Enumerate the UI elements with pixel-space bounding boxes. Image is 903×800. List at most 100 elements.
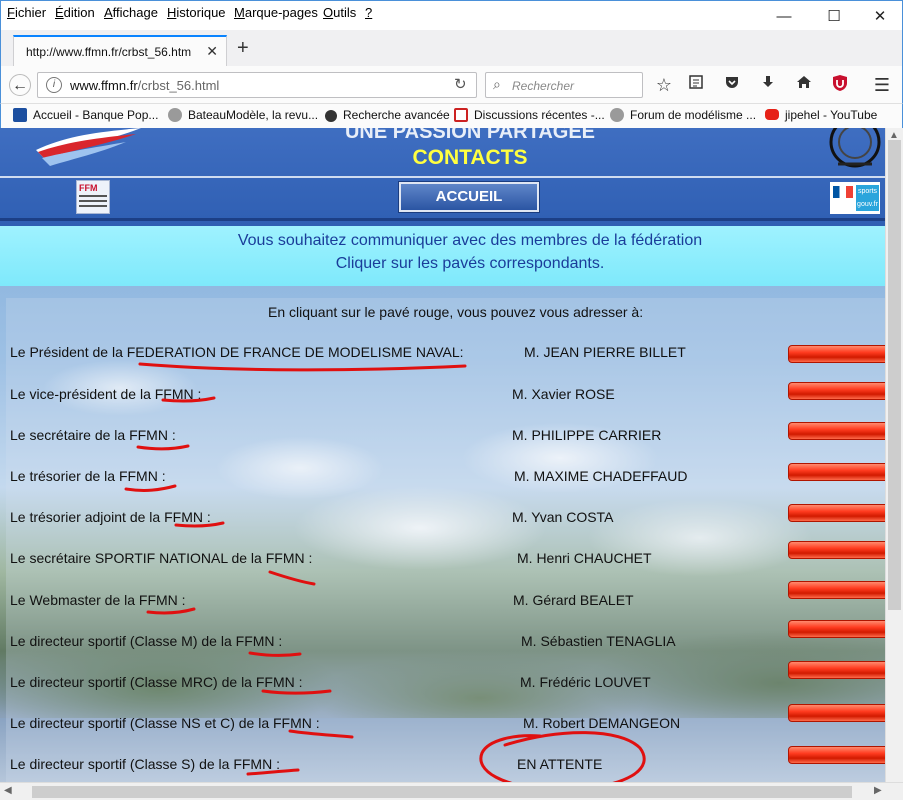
minimize-button[interactable]: — xyxy=(761,7,807,27)
contact-vice-president-button[interactable] xyxy=(788,382,885,400)
contact-name: M. Frédéric LOUVET xyxy=(520,674,651,690)
reload-icon[interactable]: ↻ xyxy=(454,75,467,93)
contact-role: Le directeur sportif (Classe M) de la FF… xyxy=(10,633,283,649)
menu-fichier[interactable]: Fichier xyxy=(7,5,46,20)
globe-icon xyxy=(168,108,182,122)
site-header: UNE PASSION PARTAGEE CONTACTS FFM ACCUEI… xyxy=(0,128,885,226)
contacts-instruction: En cliquant sur le pavé rouge, vous pouv… xyxy=(268,304,644,320)
bookmark-banque-pop[interactable]: Accueil - Banque Pop... xyxy=(13,108,158,122)
url-bar[interactable]: i www.ffmn.fr/crbst_56.html ↻ xyxy=(37,72,477,98)
contact-webmaster-button[interactable] xyxy=(788,581,885,599)
menu-affichage[interactable]: Affichage xyxy=(104,5,158,20)
reading-list-icon[interactable] xyxy=(685,74,707,96)
new-tab-button[interactable]: + xyxy=(237,38,249,58)
contact-role: Le directeur sportif (Classe MRC) de la … xyxy=(10,674,303,690)
scroll-left-arrow-icon[interactable]: ◀ xyxy=(4,785,12,796)
contact-role: Le directeur sportif (Classe S) de la FF… xyxy=(10,756,280,772)
contact-director-s-button[interactable] xyxy=(788,746,885,764)
download-icon[interactable] xyxy=(757,74,779,96)
site-slogan: UNE PASSION PARTAGEE xyxy=(344,128,596,143)
contact-name: M. Sébastien TENAGLIA xyxy=(521,633,676,649)
contact-treasurer-button[interactable] xyxy=(788,463,885,481)
menu-historique[interactable]: Historique xyxy=(167,5,226,20)
bookmark-youtube[interactable]: jipehel - YouTube xyxy=(765,108,877,122)
french-flag-icon xyxy=(833,186,853,198)
contact-director-m-button[interactable] xyxy=(788,620,885,638)
menu-fichier-accesskey: F xyxy=(7,5,15,20)
search-input[interactable]: ⌕ Rechercher xyxy=(485,72,643,98)
globe-icon xyxy=(610,108,624,122)
bookmark-star-icon[interactable]: ☆ xyxy=(653,74,675,96)
back-arrow-icon[interactable]: ← xyxy=(9,74,31,96)
bookmark-discussions[interactable]: Discussions récentes -... xyxy=(454,108,605,122)
tab-active[interactable]: http://www.ffmn.fr/crbst_56.htm ✕ xyxy=(13,35,227,66)
wheel-icon xyxy=(325,110,337,122)
horizontal-scroll-thumb[interactable] xyxy=(32,786,852,798)
menu-edition-accesskey: É xyxy=(55,5,64,20)
ffm-federation-logo[interactable]: FFM xyxy=(76,180,110,214)
contact-role: Le secrétaire SPORTIF NATIONAL de la FFM… xyxy=(10,550,313,566)
contact-role: Le Webmaster de la FFMN : xyxy=(10,592,186,608)
bookmark-label: Forum de modélisme ... xyxy=(630,108,757,122)
navigation-bar: ← i www.ffmn.fr/crbst_56.html ↻ ⌕ Recher… xyxy=(0,66,903,104)
bookmark-label: Recherche avancée xyxy=(343,108,450,122)
club-emblem-logo[interactable] xyxy=(828,128,882,168)
ublock-shield-icon[interactable] xyxy=(829,74,851,96)
bookmark-label: BateauModèle, la revu... xyxy=(188,108,319,122)
contact-president-button[interactable] xyxy=(788,345,885,363)
contact-secretary-button[interactable] xyxy=(788,422,885,440)
ffmn-flag-logo[interactable] xyxy=(36,128,146,168)
info-icon[interactable]: i xyxy=(46,77,62,93)
contact-name: M. Gérard BEALET xyxy=(513,592,634,608)
menu-outils-accesskey: O xyxy=(323,5,334,20)
bookmark-label: Accueil - Banque Pop... xyxy=(33,108,159,122)
contact-name: M. Robert DEMANGEON xyxy=(523,715,681,731)
menu-help[interactable]: ? xyxy=(365,5,372,20)
contacts-panel xyxy=(6,298,885,782)
menu-fichier-label: ichier xyxy=(14,5,47,20)
contact-sports-secretary-button[interactable] xyxy=(788,541,885,559)
vertical-scrollbar[interactable]: ▲ xyxy=(885,128,903,782)
tab-title: http://www.ffmn.fr/crbst_56.htm xyxy=(26,45,192,59)
sports-gouv-label: sports gouv.fr xyxy=(856,185,879,211)
contact-name: M. MAXIME CHADEFFAUD xyxy=(514,468,688,484)
page-title: CONTACTS xyxy=(412,146,528,169)
contact-name: M. JEAN PIERRE BILLET xyxy=(524,344,686,360)
bookmark-bateaumodele[interactable]: BateauModèle, la revu... xyxy=(168,108,318,122)
menu-help-accesskey: ? xyxy=(365,5,373,20)
contact-name: M. Xavier ROSE xyxy=(512,386,615,402)
bookmark-forum-modelisme[interactable]: Forum de modélisme ... xyxy=(610,108,756,122)
maximize-button[interactable]: ☐ xyxy=(811,7,857,27)
menu-edition[interactable]: Édition xyxy=(55,5,95,20)
pocket-icon[interactable] xyxy=(721,74,743,96)
vertical-scroll-thumb[interactable] xyxy=(888,140,901,610)
close-window-button[interactable]: ✕ xyxy=(857,7,903,27)
contact-role: Le directeur sportif (Classe NS et C) de… xyxy=(10,715,320,731)
government-logo[interactable]: sports gouv.fr xyxy=(830,182,880,214)
contact-role: Le vice-président de la FFMN : xyxy=(10,386,202,402)
hamburger-menu-icon[interactable]: ☰ xyxy=(871,74,893,96)
search-placeholder: Rechercher xyxy=(512,79,575,93)
menu-outils[interactable]: Outils xyxy=(323,5,356,20)
menu-marque-pages-accesskey: M xyxy=(234,5,245,20)
contact-role: Le trésorier de la FFMN : xyxy=(10,468,166,484)
contact-deputy-treasurer-button[interactable] xyxy=(788,504,885,522)
logo-line xyxy=(79,205,107,207)
menu-marque-pages[interactable]: Marque-pages xyxy=(234,5,318,20)
menu-historique-label: istorique xyxy=(176,5,226,20)
home-icon[interactable] xyxy=(793,74,815,96)
tab-bar: http://www.ffmn.fr/crbst_56.htm ✕ + xyxy=(0,30,903,66)
contact-director-mrc-button[interactable] xyxy=(788,661,885,679)
logo-line xyxy=(79,195,107,197)
horizontal-scrollbar[interactable]: ◀ ▶ xyxy=(0,782,903,800)
close-tab-icon[interactable]: ✕ xyxy=(206,43,218,60)
bookmark-label: jipehel - YouTube xyxy=(785,108,878,122)
bank-icon xyxy=(13,108,27,122)
bookmark-recherche-avancee[interactable]: Recherche avancée xyxy=(325,108,450,122)
intro-banner: Vous souhaitez communiquer avec des memb… xyxy=(0,226,885,286)
scroll-right-arrow-icon[interactable]: ▶ xyxy=(874,785,882,796)
accueil-button[interactable]: ACCUEIL xyxy=(399,182,539,212)
bookmarks-bar: Accueil - Banque Pop... BateauModèle, la… xyxy=(0,104,903,128)
contact-role: Le secrétaire de la FFMN : xyxy=(10,427,176,443)
contact-director-ns-c-button[interactable] xyxy=(788,704,885,722)
